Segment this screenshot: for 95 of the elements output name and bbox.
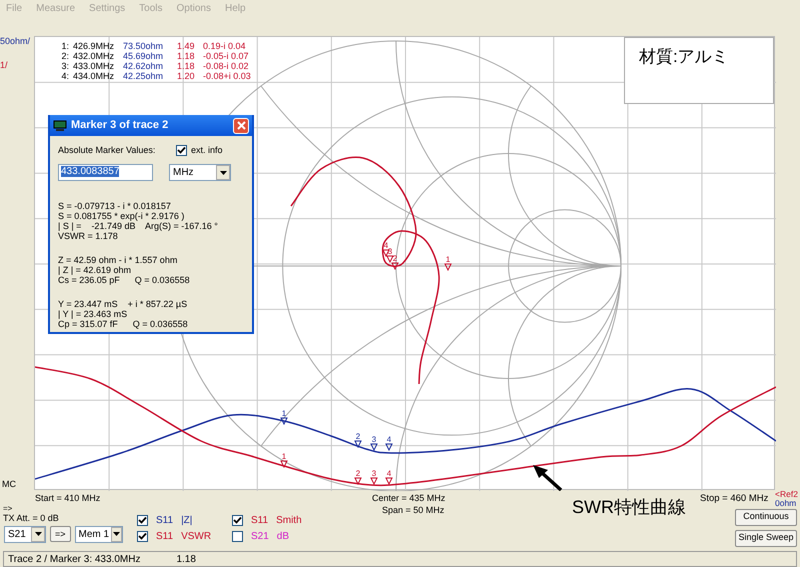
marker-index: 1: [60, 41, 69, 51]
marker-number: 1 [282, 452, 286, 461]
marker-index: 3: [60, 61, 69, 71]
status-text: Trace 2 / Marker 3: 433.0MHz [8, 554, 140, 564]
marker-number: 2 [356, 432, 360, 441]
format-label: VSWR [181, 531, 212, 542]
scale-label: 1/ [0, 60, 9, 71]
callout-text: SWR特性曲線 [572, 498, 687, 516]
trace-toggle[interactable]: S21 dB [232, 531, 332, 542]
tx-attenuation: TX Att. = 0 dB [2, 514, 60, 524]
marker-frequency: 434.0MHz [73, 71, 116, 81]
copy-button[interactable]: => [50, 526, 71, 542]
marker-vswr: 1.49 [177, 41, 196, 51]
marker-impedance: 73.50ohm [123, 41, 164, 51]
marker-number: 1 [282, 409, 286, 418]
marker-frequency: 432.0MHz [73, 51, 116, 61]
readout-line: Cp = 315.07 fF Q = 0.036558 [58, 319, 189, 329]
trace-toggle[interactable]: S11 VSWR [137, 531, 232, 542]
readout-line: | S | = -21.749 dB Arg(S) = -167.16 ° [58, 221, 219, 231]
marker-triangle-icon [280, 460, 288, 468]
trace-toggle[interactable]: S11 Smith [232, 515, 332, 526]
marker-reflection: -0.08-i 0.02 [203, 61, 250, 71]
marker-triangle-icon [280, 418, 288, 426]
checkbox[interactable] [232, 515, 243, 526]
marker-number: 4 [386, 469, 392, 478]
marker-impedance: 42.62ohm [123, 61, 164, 71]
parameter-label: S11 [156, 515, 174, 526]
callout-arrow [533, 465, 562, 491]
marker-triangle-icon [444, 264, 452, 272]
dialog-heading: Absolute Marker Values: [58, 146, 156, 156]
reference-value: 0ohm [775, 499, 798, 509]
readout-line: Cs = 236.05 pF Q = 0.036558 [58, 275, 191, 285]
readout-line: Y = 23.447 mS + i * 857.22 µS [58, 299, 188, 309]
marker-impedance: 45.69ohm [123, 51, 164, 61]
parameter-label: S11 [156, 531, 174, 542]
caret-icon [34, 532, 42, 536]
marker-impedance: 42.25ohm [123, 71, 164, 81]
checkbox[interactable] [176, 145, 187, 156]
memory-select[interactable]: Mem 1 [74, 526, 123, 543]
parameter-label: S11 [251, 515, 268, 526]
arrow-label: => [2, 504, 14, 514]
scale-label: 50ohm/ [0, 37, 32, 47]
source-select[interactable]: S21 [4, 526, 46, 543]
marker-reflection: -0.08+i 0.03 [203, 71, 252, 81]
annotation-box: 材質:アルミ [624, 37, 774, 104]
marker-vswr: 1.18 [177, 61, 196, 71]
caret-icon [220, 170, 226, 174]
marker-reflection: 0.19-i 0.04 [203, 41, 247, 51]
format-label: |Z| [181, 515, 192, 526]
marker-number: 3 [372, 469, 376, 478]
marker-number: 2 [356, 469, 360, 478]
marker-number: 4 [386, 435, 392, 444]
marker-number: 3 [388, 247, 392, 256]
frequency-field[interactable]: 433.0083857 [58, 164, 153, 181]
marker-reflection: -0.05-i 0.07 [203, 51, 250, 61]
close-icon [236, 121, 246, 130]
sweep-center: Center = 435 MHz [372, 494, 446, 504]
sweep-span: Span = 50 MHz [381, 506, 446, 516]
checkbox[interactable] [137, 515, 148, 526]
marker-index: 2: [60, 51, 69, 61]
sweep-start: Start = 410 MHz [34, 494, 102, 504]
marker-number: 4 [384, 241, 388, 250]
marker-number: 2 [392, 254, 398, 263]
format-label: Smith [276, 515, 302, 526]
marker-frequency: 426.9MHz [73, 41, 116, 51]
checkbox[interactable] [232, 531, 243, 542]
reference-label: <Ref2 [775, 490, 798, 500]
unit-dropdown[interactable]: MHz [169, 164, 231, 181]
monitor-icon [53, 120, 67, 132]
readout-line: Z = 42.59 ohm - i * 1.557 ohm [58, 255, 178, 265]
readout-line: VSWR = 1.178 [58, 231, 119, 241]
status-value: 1.18 [176, 554, 196, 564]
checkbox[interactable] [137, 531, 148, 542]
marker-number: 3 [372, 435, 376, 444]
marker-vswr: 1.20 [177, 71, 196, 81]
sweep-button[interactable]: Single Sweep [735, 530, 797, 547]
marker-frequency: 433.0MHz [73, 61, 116, 71]
trace-toggle[interactable]: S11 |Z| [137, 515, 232, 526]
readout-line: | Z | = 42.619 ohm [58, 265, 132, 275]
mode-label: MC [2, 480, 17, 490]
close-button[interactable] [233, 118, 249, 134]
sweep-stop: Stop = 460 MHz [700, 492, 770, 506]
readout-line: S = 0.081755 * exp(-i * 2.9176 ) [58, 211, 186, 221]
format-label: dB [276, 531, 290, 542]
dialog-title: Marker 3 of trace 2 [71, 119, 170, 132]
marker-index: 4: [60, 71, 69, 81]
marker-vswr: 1.18 [177, 51, 196, 61]
parameter-label: S21 [251, 531, 269, 542]
checkbox-label: ext. info [191, 146, 223, 156]
ext-info-toggle[interactable]: ext. info [176, 145, 223, 156]
caret-icon [112, 532, 120, 536]
readout-line: | Y | = 23.463 mS [58, 309, 128, 319]
sweep-button[interactable]: Continuous [735, 508, 797, 526]
readout-line: S = -0.079713 - i * 0.018157 [58, 201, 172, 211]
marker-number: 1 [446, 255, 450, 264]
